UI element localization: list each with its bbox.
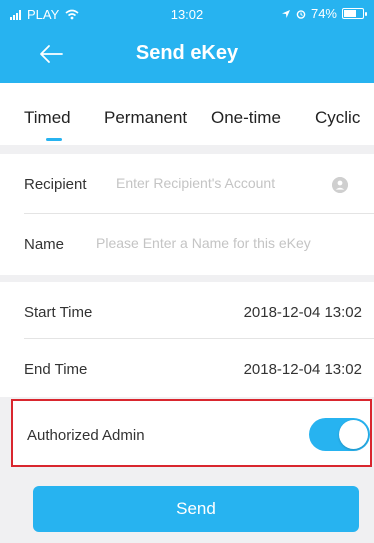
end-time-row[interactable]: End Time 2018-12-04 13:02 [0, 339, 374, 399]
start-time-row[interactable]: Start Time 2018-12-04 13:02 [0, 282, 374, 342]
tab-permanent[interactable]: Permanent [104, 108, 187, 128]
authorized-admin-toggle[interactable] [309, 418, 370, 451]
end-time-value: 2018-12-04 13:02 [243, 361, 362, 378]
page-title: Send eKey [135, 42, 239, 64]
status-bar: PLAY 13:02 74% [0, 0, 374, 26]
end-time-label: End Time [24, 361, 88, 378]
ekey-type-tabs: Timed Permanent One-time Cyclic [0, 83, 374, 145]
app-header: PLAY 13:02 74% Send eKey [0, 0, 374, 83]
battery-icon [342, 8, 367, 19]
battery-percent: 74% [310, 6, 337, 21]
recipient-label: Recipient [24, 176, 87, 193]
tab-cyclic[interactable]: Cyclic [315, 108, 360, 128]
location-icon [281, 9, 290, 18]
start-time-value: 2018-12-04 13:02 [243, 304, 362, 321]
authorized-admin-row: Authorized Admin [11, 399, 372, 467]
recipient-row: Recipient [0, 154, 374, 214]
recipient-input[interactable] [116, 175, 326, 191]
title-bar: Send eKey [0, 34, 374, 74]
time-card: Start Time 2018-12-04 13:02 End Time 201… [0, 282, 374, 397]
tab-one-time[interactable]: One-time [211, 108, 281, 128]
tab-timed[interactable]: Timed [24, 108, 71, 128]
active-tab-indicator [46, 138, 62, 141]
name-label: Name [24, 236, 65, 253]
name-input[interactable] [96, 235, 366, 251]
toggle-knob [339, 420, 368, 449]
recipient-card: Recipient Name [0, 154, 374, 275]
alarm-icon [296, 9, 306, 19]
status-right: 74% [281, 6, 367, 21]
name-row: Name [0, 214, 374, 274]
send-button[interactable]: Send [33, 486, 359, 532]
authorized-admin-label: Authorized Admin [27, 427, 145, 444]
start-time-label: Start Time [24, 304, 93, 321]
person-icon[interactable] [332, 177, 348, 193]
